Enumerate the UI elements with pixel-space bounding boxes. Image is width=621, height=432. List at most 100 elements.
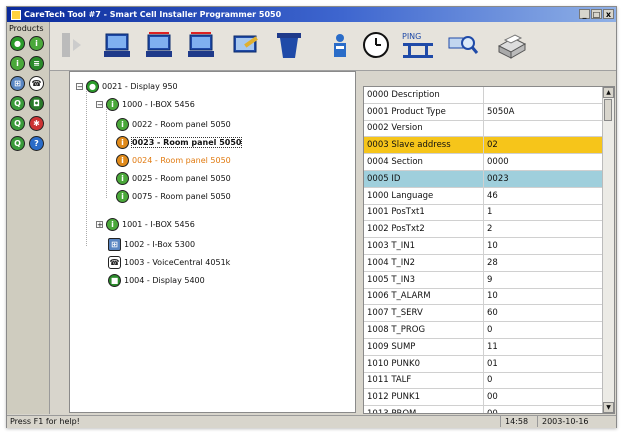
property-row[interactable]: 1004 T_IN2 28 bbox=[364, 254, 604, 272]
product-zoom2-icon[interactable]: Q bbox=[10, 116, 25, 131]
product-zoom-icon[interactable]: Q bbox=[10, 96, 25, 111]
property-row[interactable]: 0004 Section 0000 bbox=[364, 153, 604, 171]
tree-node[interactable]: − i 1000 - I-BOX 5456 bbox=[96, 96, 195, 112]
phone-icon: ☎ bbox=[108, 255, 121, 269]
maximize-button[interactable]: □ bbox=[591, 9, 602, 19]
tree-label: 0024 - Room panel 5050 bbox=[132, 155, 231, 165]
tree-node[interactable]: − ● 0021 - Display 950 bbox=[76, 78, 178, 94]
property-value[interactable]: 0000 bbox=[483, 153, 604, 171]
clock-icon[interactable] bbox=[360, 30, 392, 60]
property-value[interactable]: 11 bbox=[483, 338, 604, 356]
property-value[interactable]: 10 bbox=[483, 237, 604, 255]
property-value[interactable]: 5050A bbox=[483, 103, 604, 121]
trash-bin-icon[interactable] bbox=[272, 30, 306, 60]
property-row[interactable]: 1012 PUNK1 00 bbox=[364, 388, 604, 407]
tree-node[interactable]: + i 1001 - I-BOX 5456 bbox=[96, 216, 195, 232]
display-icon: ■ bbox=[108, 273, 121, 287]
tree-label: 0075 - Room panel 5050 bbox=[132, 191, 231, 201]
product-panel-icon[interactable]: i bbox=[29, 36, 44, 51]
tree-node[interactable]: ☎ 1003 - VoiceCentral 4051k bbox=[108, 254, 230, 270]
property-key: 0000 Description bbox=[364, 87, 484, 104]
product-alarm-icon[interactable]: ✱ bbox=[29, 116, 44, 131]
scroll-up-arrow[interactable]: ▲ bbox=[603, 87, 614, 98]
property-key: 1012 PUNK1 bbox=[364, 388, 484, 407]
property-row[interactable]: 0005 ID 0023 bbox=[364, 170, 604, 188]
property-row[interactable]: 0001 Product Type 5050A bbox=[364, 103, 604, 121]
property-value[interactable]: 28 bbox=[483, 254, 604, 272]
property-row[interactable]: 1011 TALF 0 bbox=[364, 372, 604, 390]
property-value[interactable] bbox=[483, 87, 604, 104]
property-value[interactable]: 2 bbox=[483, 220, 604, 239]
expand-toggle[interactable]: + bbox=[96, 220, 103, 228]
close-button[interactable]: x bbox=[603, 9, 614, 19]
product-lock-icon[interactable]: ◘ bbox=[29, 96, 44, 111]
tree-node[interactable]: i 0022 - Room panel 5050 bbox=[116, 116, 231, 132]
property-key: 1009 SUMP bbox=[364, 338, 484, 356]
status-time: 14:58 bbox=[500, 416, 537, 427]
monitor-red-icon[interactable] bbox=[142, 30, 176, 60]
property-key: 1004 T_IN2 bbox=[364, 254, 484, 272]
product-voice-icon[interactable]: ≡ bbox=[29, 56, 44, 71]
collapse-toggle[interactable]: − bbox=[96, 100, 103, 108]
property-value[interactable]: 0 bbox=[483, 372, 604, 390]
tree-node[interactable]: i 0025 - Room panel 5050 bbox=[116, 170, 231, 186]
property-value[interactable]: 0 bbox=[483, 321, 604, 339]
property-row[interactable]: 1000 Language 46 bbox=[364, 187, 604, 205]
product-zoom3-icon[interactable]: Q bbox=[10, 136, 25, 151]
property-value[interactable]: 46 bbox=[483, 187, 604, 205]
property-row[interactable]: 0002 Version bbox=[364, 120, 604, 138]
tree-label: 0021 - Display 950 bbox=[102, 81, 178, 91]
property-row[interactable]: 1013 PROM00 bbox=[364, 405, 604, 413]
product-ibox-icon[interactable]: i bbox=[10, 56, 25, 71]
property-row[interactable]: 0003 Slave address 02 bbox=[364, 136, 604, 155]
property-row[interactable]: 1007 T_SERV 60 bbox=[364, 304, 604, 323]
monitor-red-icon[interactable] bbox=[184, 30, 218, 60]
tree-node[interactable]: i 0075 - Room panel 5050 bbox=[116, 188, 231, 204]
property-row[interactable]: 1003 T_IN1 10 bbox=[364, 237, 604, 255]
property-value[interactable]: 1 bbox=[483, 204, 604, 222]
monitor-pencil-icon[interactable] bbox=[228, 30, 262, 60]
tree-node[interactable]: ■ 1004 - Display 5400 bbox=[108, 272, 205, 288]
minimize-button[interactable]: _ bbox=[579, 9, 590, 19]
tree-node-selected[interactable]: i 0023 - Room panel 5050 bbox=[116, 134, 243, 150]
property-value[interactable]: 01 bbox=[483, 355, 604, 373]
property-value[interactable]: 9 bbox=[483, 271, 604, 289]
product-help-icon[interactable]: ? bbox=[29, 136, 44, 151]
toolbar: PING bbox=[50, 22, 616, 71]
property-value[interactable] bbox=[483, 120, 604, 138]
property-row[interactable]: 1009 SUMP 11 bbox=[364, 338, 604, 356]
property-table: 0000 Description 0001 Product Type 5050A 00… bbox=[364, 87, 604, 413]
property-value[interactable]: 02 bbox=[483, 136, 604, 155]
ping-icon[interactable]: PING bbox=[398, 30, 438, 60]
property-value[interactable]: 00 bbox=[483, 388, 604, 407]
property-value[interactable]: 0023 bbox=[483, 170, 604, 188]
print-icon[interactable] bbox=[494, 30, 530, 60]
property-row[interactable]: 1010 PUNK0 01 bbox=[364, 355, 604, 373]
property-key: 0005 ID bbox=[364, 170, 484, 188]
property-value[interactable]: 60 bbox=[483, 304, 604, 323]
arrow-icon[interactable] bbox=[58, 30, 86, 60]
property-row[interactable]: 1005 T_IN3 9 bbox=[364, 271, 604, 289]
product-phone-icon[interactable]: ☎ bbox=[29, 76, 44, 91]
tree-node[interactable]: ⊞ 1002 - I-Box 5300 bbox=[108, 236, 195, 252]
product-display-icon[interactable]: ● bbox=[10, 36, 25, 51]
property-value[interactable]: 00 bbox=[483, 405, 604, 413]
ibox-icon: i bbox=[106, 217, 119, 231]
property-key: 0003 Slave address bbox=[364, 136, 484, 155]
property-row[interactable]: 1001 PosTxt1 1 bbox=[364, 204, 604, 222]
product-network-icon[interactable]: ⊞ bbox=[10, 76, 25, 91]
property-row[interactable]: 1006 T_ALARM 10 bbox=[364, 288, 604, 306]
scroll-thumb[interactable] bbox=[604, 99, 612, 121]
collapse-toggle[interactable]: − bbox=[76, 82, 83, 90]
property-scrollbar[interactable]: ▲ ▼ bbox=[602, 87, 614, 413]
property-value[interactable]: 10 bbox=[483, 288, 604, 306]
title-bar: CareTech Tool #7 - Smart Cell Installer … bbox=[7, 7, 616, 22]
scroll-down-arrow[interactable]: ▼ bbox=[603, 402, 614, 413]
search-icon[interactable] bbox=[446, 30, 480, 60]
person-icon[interactable] bbox=[326, 30, 354, 60]
property-row[interactable]: 1002 PosTxt2 2 bbox=[364, 220, 604, 239]
monitor-icon[interactable] bbox=[100, 30, 134, 60]
tree-node[interactable]: i 0024 - Room panel 5050 bbox=[116, 152, 231, 168]
property-row[interactable]: 0000 Description bbox=[364, 87, 604, 104]
property-row[interactable]: 1008 T_PROG 0 bbox=[364, 321, 604, 339]
